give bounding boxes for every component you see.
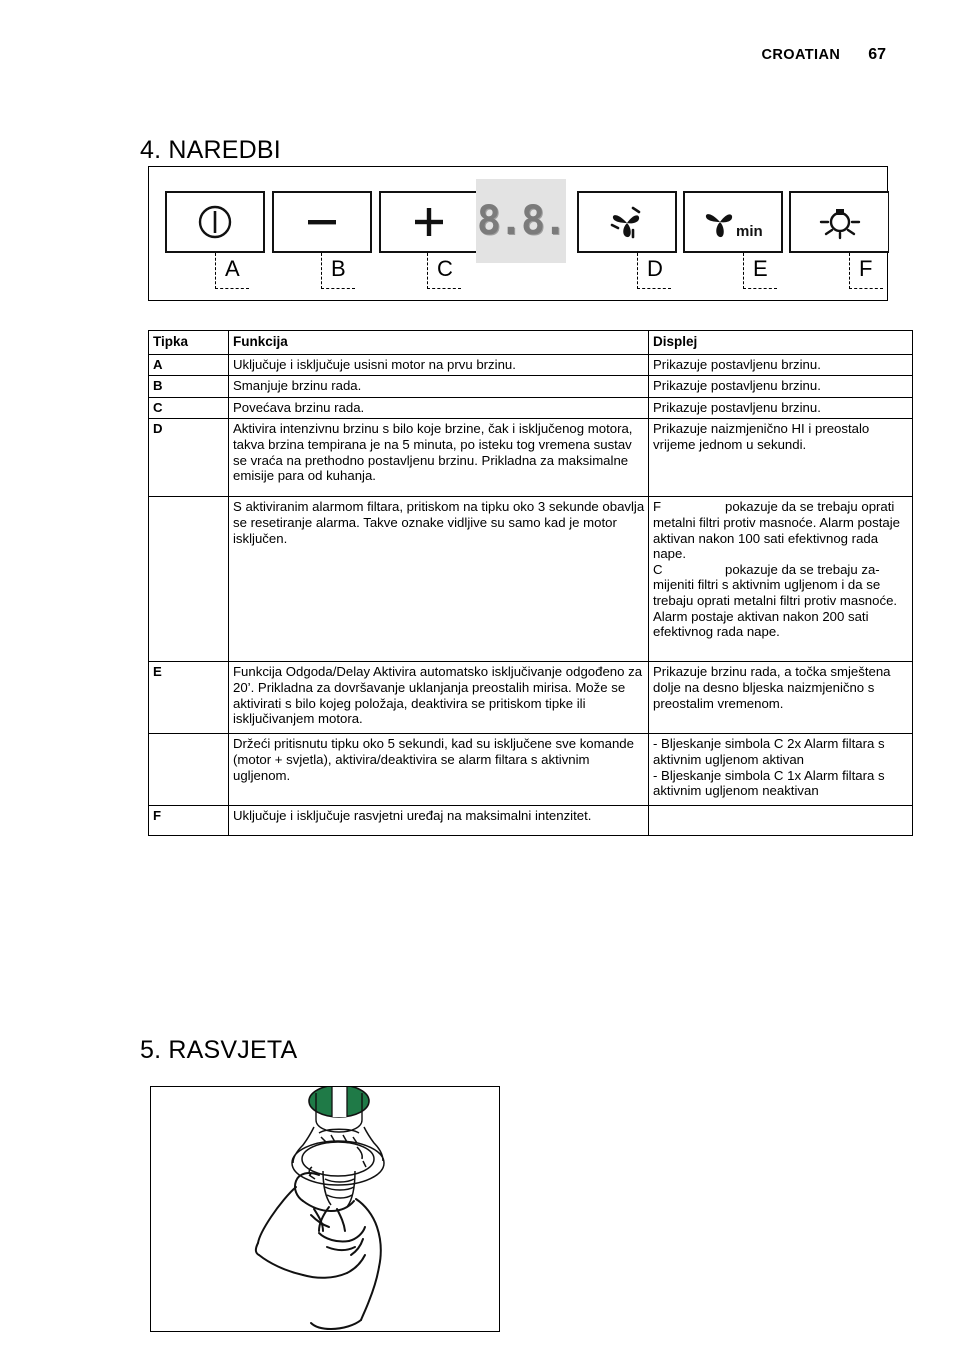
row-function-f: Uključuje i isključuje rasvjetni uređaj … [228,805,649,837]
table-row: S aktiviranim alarmom filtara, pritiskom… [148,496,913,663]
display-line-1: - Bljeskanje simbola C 2x Alarm filtara … [653,736,885,767]
hand-illustration [254,1172,382,1330]
table-row: C Povećava brzinu rada. Prikazuje postav… [148,396,913,420]
display-value: 8.8. [476,198,567,244]
row-function-d: Aktivira intenzivnu brzinu s bilo koje b… [228,418,649,498]
key-b-minus[interactable] [272,191,372,253]
row-key-f: F [148,805,229,837]
language-label: CROATIAN [761,47,841,63]
row-function-e: Funkcija Odgoda/Delay Aktivira automatsk… [228,661,649,735]
hand-replacing-lamp-illustration [254,1087,385,1330]
key-f-light[interactable] [789,191,889,253]
fan-intensive-icon [610,206,641,239]
filter-tag-c: C [653,561,663,577]
row-function-c: Povećava brzinu rada. [228,396,649,420]
row-function-a: Uključuje i isključuje usisni motor na p… [228,353,649,377]
row-key-c: C [148,396,229,420]
control-panel-diagram: min 8.8. A B C D E F [148,166,889,301]
row-display-e2: - Bljeskanje simbola C 2x Alarm filtara … [648,733,913,807]
row-display-a: Prikazuje postavljenu brzinu. [648,353,913,377]
power-icon [198,205,232,239]
row-key-e2 [148,733,229,807]
leader-text-a: A [225,256,240,281]
display-line-2: - Bljeskanje simbola C 1x Alarm filtara … [653,767,885,799]
min-label: min [736,223,763,240]
leader-label-d: D [637,253,671,289]
leader-label-a: A [215,253,249,289]
leader-text-b: B [331,256,346,281]
table-row: Držeći pritisnutu tipku oko 5 sekundi, k… [148,733,913,807]
table-row: A Uključuje i isključuje usisni motor na… [148,353,913,377]
lamp-icon [819,209,860,240]
leader-text-f: F [859,256,873,281]
table-row: B Smanjuje brzinu rada. Prikazuje postav… [148,375,913,398]
function-table: Tipka Funkcija Displej A Uključuje i isk… [148,330,913,837]
row-function-d2: S aktiviranim alarmom filtara, pritiskom… [228,496,649,663]
fan-min-timer-icon: min [705,214,763,240]
row-function-b: Smanjuje brzinu rada. [228,375,649,398]
display-block-c: Cpokazuje da se trebaju za-mijeniti filt… [653,562,909,640]
key-d-intensive[interactable] [577,191,677,253]
minus-icon [308,220,336,225]
lamp-body-icon [291,1126,385,1186]
row-key-d: D [148,418,229,498]
leader-text-e: E [753,256,768,281]
page-number: 67 [868,46,886,63]
header-function: Funkcija [228,330,649,355]
header-display: Displej [648,330,913,355]
plus-icon [415,208,443,236]
leader-label-b: B [321,253,355,289]
row-key-b: B [148,375,229,398]
section-title-lighting: 5. RASVJETA [140,1036,298,1064]
row-display-d: Prikazuje naizmjenično HI i preostalo vr… [648,418,913,498]
page-header: CROATIAN 67 [762,46,886,64]
row-key-d2 [148,496,229,663]
leader-text-d: D [647,256,663,281]
section-title-commands: 4. NAREDBI [140,136,281,164]
filter-tag-f: F [653,499,662,515]
key-e-delay[interactable]: min [683,191,783,253]
row-display-c: Prikazuje postavljenu brzinu. [648,396,913,420]
row-key-e: E [148,661,229,735]
key-a-power[interactable] [165,191,265,253]
table-row: F Uključuje i isključuje rasvjetni uređa… [148,805,913,837]
header-key: Tipka [148,330,229,355]
row-function-e2: Držeći pritisnutu tipku oko 5 sekundi, k… [228,733,649,807]
row-display-f [648,805,913,837]
table-row: D Aktivira intenzivnu brzinu s bilo koje… [148,418,913,498]
row-display-d2: Fpokazuje da se trebaju oprati metalni f… [648,496,913,663]
table-row: E Funkcija Odgoda/Delay Aktivira automat… [148,661,913,735]
lamp-cap-icon [308,1087,370,1133]
display-block-f: Fpokazuje da se trebaju oprati metalni f… [653,499,909,561]
seven-segment-display: 8.8. [476,179,567,263]
leader-text-c: C [437,256,453,281]
leader-label-e: E [743,253,777,289]
lighting-figure [150,1086,500,1332]
table-header-row: Tipka Funkcija Displej [148,330,913,355]
row-key-a: A [148,353,229,377]
leader-label-c: C [427,253,461,289]
row-display-e: Prikazuje brzinu rada, a točka smještena… [648,661,913,735]
leader-label-f: F [849,253,883,289]
key-c-plus[interactable] [379,191,479,253]
row-display-b: Prikazuje postavljenu brzinu. [648,375,913,398]
